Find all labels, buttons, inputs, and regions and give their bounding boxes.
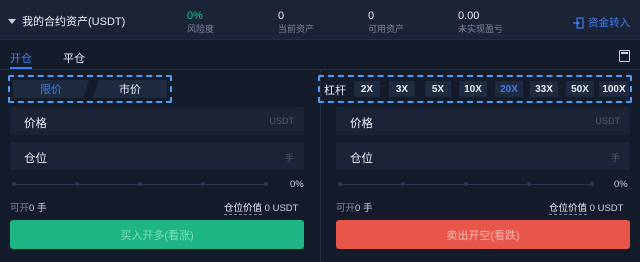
sell-available-value: 0 手 xyxy=(355,203,373,214)
buy-position-value-key[interactable]: 仓位价值 xyxy=(224,203,263,215)
risk-stat: 0% 风险度 xyxy=(187,9,214,36)
buy-quantity-input[interactable]: 仓位 手 xyxy=(10,142,304,170)
limit-order-tab[interactable]: 限价 xyxy=(13,80,89,98)
buy-slider-dot[interactable] xyxy=(264,182,268,186)
active-tab-indicator xyxy=(10,67,32,69)
risk-label: 风险度 xyxy=(187,24,215,34)
buy-price-unit: USDT xyxy=(269,116,295,126)
leverage-3x[interactable]: 3X xyxy=(389,81,415,97)
buy-position-value: 仓位价值 0 USDT xyxy=(224,200,299,215)
buy-percent-value: 0% xyxy=(290,179,304,190)
order-type-switch: 限价 市价 xyxy=(8,75,172,103)
buy-price-input[interactable]: 价格 USDT xyxy=(10,107,304,135)
unrealized-pnl-value: 0.00 xyxy=(458,10,480,22)
sell-price-unit: USDT xyxy=(595,116,621,126)
available-assets-stat: 0 可用资产 xyxy=(368,9,404,36)
buy-available-key: 可开 xyxy=(10,203,30,214)
sell-slider-dot[interactable] xyxy=(464,182,468,186)
leverage-label: 杠杆 xyxy=(324,85,346,97)
buy-position-value-amount: 0 USDT xyxy=(264,203,299,214)
buy-available: 可开0 手 xyxy=(10,200,46,214)
sell-quantity-label: 仓位 xyxy=(350,153,373,165)
leverage-selector: 杠杆 2X 3X 5X 10X 20X 33X 50X 100X xyxy=(318,75,632,103)
buy-slider-dot[interactable] xyxy=(138,182,142,186)
tab-close[interactable]: 平仓 xyxy=(63,50,85,66)
unrealized-pnl-stat: 0.00 未实现盈亏 xyxy=(458,9,503,36)
transfer-in-button[interactable]: 资金转入 xyxy=(572,15,630,30)
leverage-20x[interactable]: 20X xyxy=(495,81,523,97)
sell-quantity-input[interactable]: 仓位 手 xyxy=(336,142,630,170)
risk-value: 0% xyxy=(187,10,203,22)
market-order-tab[interactable]: 市价 xyxy=(93,80,167,98)
sell-position-value-key[interactable]: 仓位价值 xyxy=(549,203,588,215)
buy-quantity-label: 仓位 xyxy=(24,153,47,165)
available-assets-label: 可用资产 xyxy=(368,24,405,34)
buy-available-value: 0 手 xyxy=(29,203,47,214)
buy-slider-dot[interactable] xyxy=(12,182,16,186)
available-assets-value: 0 xyxy=(368,10,375,22)
buy-long-button[interactable]: 买入开多(看涨) xyxy=(10,220,304,249)
buy-price-label: 价格 xyxy=(24,118,47,130)
unrealized-pnl-label: 未实现盈亏 xyxy=(458,24,504,34)
transfer-icon xyxy=(573,16,584,29)
caret-down-icon xyxy=(8,18,16,24)
sell-available-key: 可开 xyxy=(336,203,356,214)
sell-available: 可开0 手 xyxy=(336,200,372,214)
leverage-50x[interactable]: 50X xyxy=(566,81,594,97)
assets-header: 我的合约资产(USDT) 0% 风险度 0 当前资产 0 可用资产 0.00 未… xyxy=(0,0,640,40)
current-assets-value: 0 xyxy=(278,10,285,22)
sell-position-value: 仓位价值 0 USDT xyxy=(549,200,624,215)
buy-slider-dot[interactable] xyxy=(75,182,79,186)
transfer-in-label: 资金转入 xyxy=(588,17,630,29)
leverage-10x[interactable]: 10X xyxy=(459,81,487,97)
position-tabs: 开仓 平仓 xyxy=(0,40,640,70)
sell-price-input[interactable]: 价格 USDT xyxy=(336,107,630,135)
assets-title: 我的合约资产(USDT) xyxy=(22,16,126,28)
sell-price-label: 价格 xyxy=(350,118,373,130)
sell-slider-dot[interactable] xyxy=(401,182,405,186)
sell-percent-value: 0% xyxy=(614,179,628,190)
sell-position-value-amount: 0 USDT xyxy=(589,203,624,214)
leverage-100x[interactable]: 100X xyxy=(599,81,629,97)
sell-slider-dot[interactable] xyxy=(527,182,531,186)
leverage-2x[interactable]: 2X xyxy=(354,81,380,97)
sell-slider-dot[interactable] xyxy=(590,182,594,186)
sell-short-button[interactable]: 卖出开空(看跌) xyxy=(336,220,630,249)
sell-slider-dot[interactable] xyxy=(338,182,342,186)
assets-toggle[interactable]: 我的合约资产(USDT) xyxy=(8,13,125,29)
calculator-icon[interactable] xyxy=(619,50,630,62)
leverage-5x[interactable]: 5X xyxy=(425,81,451,97)
tab-open[interactable]: 开仓 xyxy=(10,50,32,66)
leverage-33x[interactable]: 33X xyxy=(530,81,558,97)
sell-quantity-unit: 手 xyxy=(610,153,620,163)
buy-quantity-unit: 手 xyxy=(284,153,294,163)
current-assets-label: 当前资产 xyxy=(278,24,315,34)
current-assets-stat: 0 当前资产 xyxy=(278,9,314,36)
buy-slider-dot[interactable] xyxy=(201,182,205,186)
